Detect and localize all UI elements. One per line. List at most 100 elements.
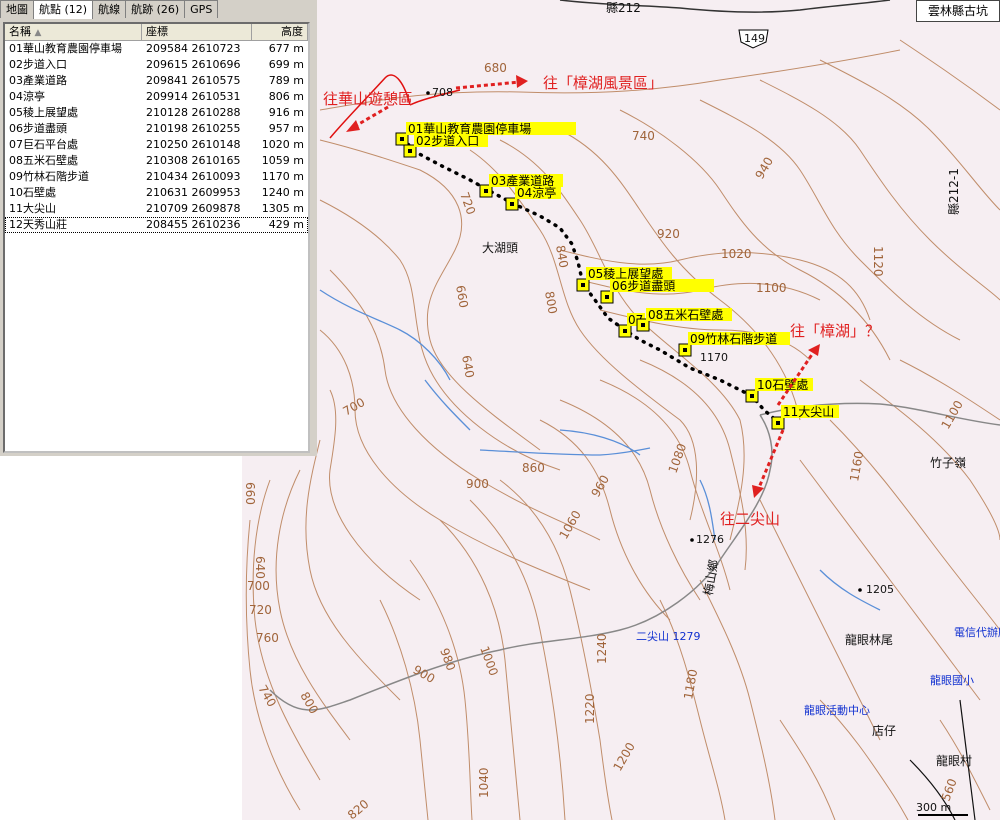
tab-waypoints[interactable]: 航點 (12) xyxy=(33,0,94,19)
cell-name: 01華山教育農園停車場 xyxy=(9,42,122,55)
svg-text:1120: 1120 xyxy=(871,246,885,277)
list-item[interactable]: 05稜上展望處 210128 2610288 916 m xyxy=(5,105,308,121)
list-item[interactable]: 03產業道路 209841 2610575 789 m xyxy=(5,73,308,89)
cell-coord: 210308 2610165 xyxy=(146,154,241,167)
cell-coord: 210250 2610148 xyxy=(146,138,241,151)
cell-elev: 1240 m xyxy=(261,186,304,199)
svg-text:1100: 1100 xyxy=(756,281,787,295)
waypoint-panel: 地圖 航點 (12) 航線 航跡 (26) GPS 名稱 ▲ 座標 高度 01華… xyxy=(0,0,317,456)
svg-text:640: 640 xyxy=(253,556,267,579)
cell-coord: 209615 2610696 xyxy=(146,58,241,71)
cell-coord: 210128 2610288 xyxy=(146,106,241,119)
cell-coord: 208455 2610236 xyxy=(146,218,241,231)
column-coord[interactable]: 座標 xyxy=(142,24,252,40)
activity-center: 龍眼活動中心 xyxy=(804,703,870,717)
cell-name: 10石壁處 xyxy=(9,186,56,199)
cell-elev: 1059 m xyxy=(261,154,304,167)
road-label-212: 縣212 xyxy=(606,1,641,15)
cell-coord: 210709 2609878 xyxy=(146,202,241,215)
cell-elev: 789 m xyxy=(268,74,304,87)
svg-text:149: 149 xyxy=(744,32,765,45)
column-name[interactable]: 名稱 ▲ xyxy=(5,24,142,40)
place-zhuziling: 竹子嶺 xyxy=(930,456,966,470)
svg-text:04涼亭: 04涼亭 xyxy=(517,185,556,200)
place-dahutou: 大湖頭 xyxy=(482,240,518,255)
cell-name: 05稜上展望處 xyxy=(9,106,78,119)
list-item[interactable]: 04涼亭 209914 2610531 806 m xyxy=(5,89,308,105)
list-item[interactable]: 02步道入口 209615 2610696 699 m xyxy=(5,57,308,73)
svg-text:860: 860 xyxy=(522,461,545,475)
svg-text:08五米石壁處: 08五米石壁處 xyxy=(648,307,723,322)
cell-name: 08五米石壁處 xyxy=(9,154,78,167)
svg-text:740: 740 xyxy=(632,129,655,143)
cell-elev: 1305 m xyxy=(261,202,304,215)
svg-text:1020: 1020 xyxy=(721,247,752,261)
cell-name: 11大尖山 xyxy=(9,202,56,215)
list-item[interactable]: 07巨石平台處 210250 2610148 1020 m xyxy=(5,137,308,153)
cell-elev: 699 m xyxy=(268,58,304,71)
cell-name: 07巨石平台處 xyxy=(9,138,78,151)
peak-erjianshan: 二尖山 1279 xyxy=(636,630,701,643)
tab-gps[interactable]: GPS xyxy=(184,0,219,18)
annotation-south: 往二尖山 xyxy=(720,510,780,528)
list-item[interactable]: 12天秀山莊 208455 2610236 429 m xyxy=(5,217,308,233)
svg-text:06步道盡頭: 06步道盡頭 xyxy=(612,279,675,293)
list-header: 名稱 ▲ 座標 高度 xyxy=(5,24,308,41)
annotation-northeast: 往「樟湖」？ xyxy=(790,322,880,340)
cell-elev: 429 m xyxy=(268,218,304,231)
list-item[interactable]: 06步道盡頭 210198 2610255 957 m xyxy=(5,121,308,137)
list-item[interactable]: 01華山教育農園停車場 209584 2610723 677 m xyxy=(5,41,308,57)
region-label: 雲林縣古坑 xyxy=(916,0,1000,22)
svg-text:660: 660 xyxy=(243,482,257,505)
cell-coord: 210198 2610255 xyxy=(146,122,241,135)
cell-name: 06步道盡頭 xyxy=(9,122,67,135)
svg-text:920: 920 xyxy=(657,227,680,241)
list-item[interactable]: 10石壁處 210631 2609953 1240 m xyxy=(5,185,308,201)
waypoint-list[interactable]: 名稱 ▲ 座標 高度 01華山教育農園停車場 209584 2610723 677 … xyxy=(3,22,310,453)
svg-text:1240: 1240 xyxy=(595,633,609,664)
list-item[interactable]: 08五米石壁處 210308 2610165 1059 m xyxy=(5,153,308,169)
cell-name: 02步道入口 xyxy=(9,58,67,71)
spot-height: 1170 xyxy=(700,351,728,364)
school-longyan: 龍眼國小 xyxy=(930,673,974,687)
cell-name: 12天秀山莊 xyxy=(9,218,67,231)
tab-tracks[interactable]: 航跡 (26) xyxy=(125,0,186,18)
svg-text:300 m: 300 m xyxy=(916,801,951,814)
spot-height: 1276 xyxy=(696,533,724,546)
annotation-east: 往「樟湖風景區」 xyxy=(543,74,663,92)
cell-coord: 209914 2610531 xyxy=(146,90,241,103)
svg-text:700: 700 xyxy=(247,579,270,593)
list-item[interactable]: 09竹林石階步道 210434 2610093 1170 m xyxy=(5,169,308,185)
cell-elev: 677 m xyxy=(268,42,304,55)
column-elev[interactable]: 高度 xyxy=(252,24,308,40)
svg-text:09竹林石階步道: 09竹林石階步道 xyxy=(690,331,777,346)
cell-coord: 209841 2610575 xyxy=(146,74,241,87)
list-item[interactable]: 11大尖山 210709 2609878 1305 m xyxy=(5,201,308,217)
cell-elev: 806 m xyxy=(268,90,304,103)
cell-coord: 209584 2610723 xyxy=(146,42,241,55)
sort-arrow-icon: ▲ xyxy=(34,28,42,38)
svg-text:720: 720 xyxy=(249,603,272,617)
svg-text:1040: 1040 xyxy=(477,767,491,798)
list-body: 01華山教育農園停車場 209584 2610723 677 m 02步道入口 2096… xyxy=(5,41,308,233)
cell-elev: 957 m xyxy=(268,122,304,135)
spot-height: 708 xyxy=(432,86,453,99)
svg-text:11大尖山: 11大尖山 xyxy=(783,405,834,419)
cell-elev: 1020 m xyxy=(261,138,304,151)
place-longyanlinwei: 龍眼林尾 xyxy=(845,632,893,647)
svg-text:02步道入口: 02步道入口 xyxy=(416,134,479,148)
road-label-212-1: 縣212-1 xyxy=(947,168,961,215)
place-longyancun: 龍眼村 xyxy=(936,753,972,768)
place-dianzai: 店仔 xyxy=(872,724,896,738)
svg-text:1220: 1220 xyxy=(583,693,597,724)
cell-coord: 210631 2609953 xyxy=(146,186,241,199)
tab-routes[interactable]: 航線 xyxy=(92,0,127,18)
cell-elev: 1170 m xyxy=(261,170,304,183)
cell-name: 03產業道路 xyxy=(9,74,67,87)
svg-text:680: 680 xyxy=(484,61,507,75)
tab-map[interactable]: 地圖 xyxy=(0,0,34,18)
cell-name: 04涼亭 xyxy=(9,90,45,103)
telecom-office: 電信代辦所 xyxy=(954,625,1000,639)
svg-text:760: 760 xyxy=(256,631,279,645)
cell-elev: 916 m xyxy=(268,106,304,119)
